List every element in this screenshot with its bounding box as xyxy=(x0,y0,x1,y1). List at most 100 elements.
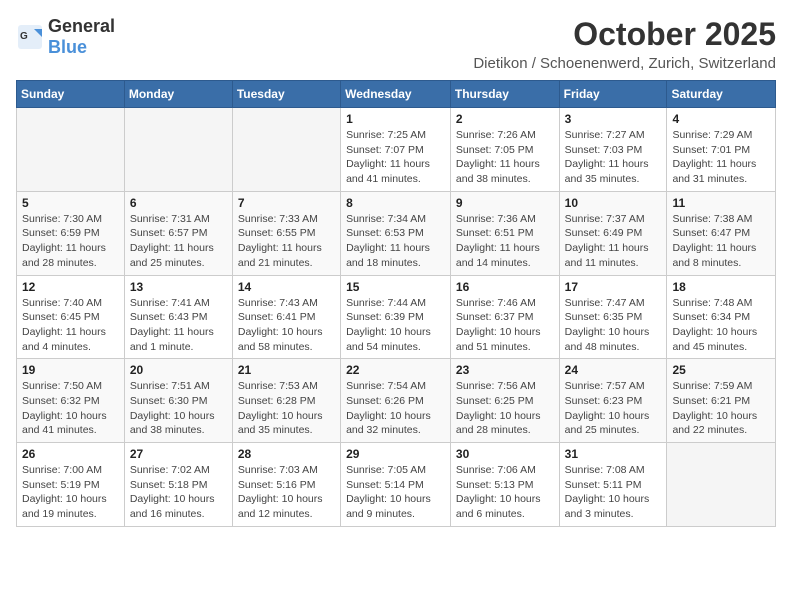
calendar-cell: 25 Sunrise: 7:59 AM Sunset: 6:21 PM Dayli… xyxy=(667,359,776,443)
calendar-cell: 19 Sunrise: 7:50 AM Sunset: 6:32 PM Dayli… xyxy=(17,359,125,443)
calendar-cell: 13 Sunrise: 7:41 AM Sunset: 6:43 PM Dayli… xyxy=(124,275,232,359)
calendar-cell: 22 Sunrise: 7:54 AM Sunset: 6:26 PM Dayli… xyxy=(341,359,451,443)
logo-general: General xyxy=(48,16,115,36)
calendar-cell: 15 Sunrise: 7:44 AM Sunset: 6:39 PM Dayli… xyxy=(341,275,451,359)
calendar-week-row: 12 Sunrise: 7:40 AM Sunset: 6:45 PM Dayli… xyxy=(17,275,776,359)
calendar-cell: 5 Sunrise: 7:30 AM Sunset: 6:59 PM Daylig… xyxy=(17,191,125,275)
day-number: 18 xyxy=(672,280,770,294)
calendar-cell: 23 Sunrise: 7:56 AM Sunset: 6:25 PM Dayli… xyxy=(450,359,559,443)
calendar-cell: 12 Sunrise: 7:40 AM Sunset: 6:45 PM Dayli… xyxy=(17,275,125,359)
day-header-sunday: Sunday xyxy=(17,81,125,108)
calendar-cell: 26Sunrise: 7:00 AM Sunset: 5:19 PM Dayli… xyxy=(17,443,125,527)
calendar-cell xyxy=(667,443,776,527)
day-info: Sunrise: 7:38 AM Sunset: 6:47 PM Dayligh… xyxy=(672,212,770,271)
day-info: Sunrise: 7:25 AM Sunset: 7:07 PM Dayligh… xyxy=(346,128,445,187)
calendar-week-row: 19 Sunrise: 7:50 AM Sunset: 6:32 PM Dayli… xyxy=(17,359,776,443)
day-info: Sunrise: 7:46 AM Sunset: 6:37 PM Dayligh… xyxy=(456,296,554,355)
day-info: Sunrise: 7:30 AM Sunset: 6:59 PM Dayligh… xyxy=(22,212,119,271)
day-info: Sunrise: 7:26 AM Sunset: 7:05 PM Dayligh… xyxy=(456,128,554,187)
calendar-cell: 30 Sunrise: 7:06 AM Sunset: 5:13 PM Dayli… xyxy=(450,443,559,527)
day-number: 27 xyxy=(130,447,227,461)
day-number: 22 xyxy=(346,363,445,377)
calendar-cell: 16Sunrise: 7:46 AM Sunset: 6:37 PM Dayli… xyxy=(450,275,559,359)
day-number: 15 xyxy=(346,280,445,294)
day-number: 13 xyxy=(130,280,227,294)
day-info: Sunrise: 7:34 AM Sunset: 6:53 PM Dayligh… xyxy=(346,212,445,271)
day-info: Sunrise: 7:37 AM Sunset: 6:49 PM Dayligh… xyxy=(565,212,662,271)
logo: G General Blue xyxy=(16,16,115,58)
calendar-cell: 18Sunrise: 7:48 AM Sunset: 6:34 PM Dayli… xyxy=(667,275,776,359)
day-header-wednesday: Wednesday xyxy=(341,81,451,108)
day-number: 1 xyxy=(346,112,445,126)
day-info: Sunrise: 7:31 AM Sunset: 6:57 PM Dayligh… xyxy=(130,212,227,271)
day-info: Sunrise: 7:54 AM Sunset: 6:26 PM Dayligh… xyxy=(346,379,445,438)
svg-text:G: G xyxy=(20,31,28,42)
day-info: Sunrise: 7:33 AM Sunset: 6:55 PM Dayligh… xyxy=(238,212,335,271)
day-info: Sunrise: 7:53 AM Sunset: 6:28 PM Dayligh… xyxy=(238,379,335,438)
day-info: Sunrise: 7:27 AM Sunset: 7:03 PM Dayligh… xyxy=(565,128,662,187)
calendar-cell xyxy=(124,108,232,192)
day-info: Sunrise: 7:41 AM Sunset: 6:43 PM Dayligh… xyxy=(130,296,227,355)
day-header-saturday: Saturday xyxy=(667,81,776,108)
calendar-cell: 8Sunrise: 7:34 AM Sunset: 6:53 PM Daylig… xyxy=(341,191,451,275)
day-number: 21 xyxy=(238,363,335,377)
day-info: Sunrise: 7:00 AM Sunset: 5:19 PM Dayligh… xyxy=(22,463,119,522)
day-info: Sunrise: 7:29 AM Sunset: 7:01 PM Dayligh… xyxy=(672,128,770,187)
logo-icon: G xyxy=(16,23,44,51)
day-info: Sunrise: 7:40 AM Sunset: 6:45 PM Dayligh… xyxy=(22,296,119,355)
day-number: 25 xyxy=(672,363,770,377)
day-number: 14 xyxy=(238,280,335,294)
day-number: 5 xyxy=(22,196,119,210)
day-number: 23 xyxy=(456,363,554,377)
day-info: Sunrise: 7:05 AM Sunset: 5:14 PM Dayligh… xyxy=(346,463,445,522)
day-number: 19 xyxy=(22,363,119,377)
day-header-thursday: Thursday xyxy=(450,81,559,108)
day-info: Sunrise: 7:44 AM Sunset: 6:39 PM Dayligh… xyxy=(346,296,445,355)
day-header-monday: Monday xyxy=(124,81,232,108)
calendar-cell: 3 Sunrise: 7:27 AM Sunset: 7:03 PM Daylig… xyxy=(559,108,667,192)
day-number: 20 xyxy=(130,363,227,377)
day-number: 31 xyxy=(565,447,662,461)
day-number: 3 xyxy=(565,112,662,126)
day-info: Sunrise: 7:51 AM Sunset: 6:30 PM Dayligh… xyxy=(130,379,227,438)
page-header: G General Blue October 2025 Dietikon / S… xyxy=(16,16,776,72)
day-number: 6 xyxy=(130,196,227,210)
day-number: 7 xyxy=(238,196,335,210)
day-number: 24 xyxy=(565,363,662,377)
calendar-cell: 10Sunrise: 7:37 AM Sunset: 6:49 PM Dayli… xyxy=(559,191,667,275)
day-info: Sunrise: 7:43 AM Sunset: 6:41 PM Dayligh… xyxy=(238,296,335,355)
day-info: Sunrise: 7:02 AM Sunset: 5:18 PM Dayligh… xyxy=(130,463,227,522)
day-number: 28 xyxy=(238,447,335,461)
calendar-cell: 27 Sunrise: 7:02 AM Sunset: 5:18 PM Dayli… xyxy=(124,443,232,527)
calendar-cell: 9Sunrise: 7:36 AM Sunset: 6:51 PM Daylig… xyxy=(450,191,559,275)
calendar-cell: 28Sunrise: 7:03 AM Sunset: 5:16 PM Dayli… xyxy=(232,443,340,527)
day-number: 29 xyxy=(346,447,445,461)
calendar-cell: 7 Sunrise: 7:33 AM Sunset: 6:55 PM Daylig… xyxy=(232,191,340,275)
calendar-cell xyxy=(232,108,340,192)
calendar-cell: 11 Sunrise: 7:38 AM Sunset: 6:47 PM Dayli… xyxy=(667,191,776,275)
day-info: Sunrise: 7:50 AM Sunset: 6:32 PM Dayligh… xyxy=(22,379,119,438)
day-number: 9 xyxy=(456,196,554,210)
day-number: 30 xyxy=(456,447,554,461)
calendar-week-row: 5 Sunrise: 7:30 AM Sunset: 6:59 PM Daylig… xyxy=(17,191,776,275)
calendar-week-row: 1 Sunrise: 7:25 AM Sunset: 7:07 PM Daylig… xyxy=(17,108,776,192)
calendar-cell: 4 Sunrise: 7:29 AM Sunset: 7:01 PM Daylig… xyxy=(667,108,776,192)
day-number: 11 xyxy=(672,196,770,210)
calendar-week-row: 26Sunrise: 7:00 AM Sunset: 5:19 PM Dayli… xyxy=(17,443,776,527)
calendar-cell: 31Sunrise: 7:08 AM Sunset: 5:11 PM Dayli… xyxy=(559,443,667,527)
day-number: 4 xyxy=(672,112,770,126)
calendar-table: SundayMondayTuesdayWednesdayThursdayFrid… xyxy=(16,80,776,527)
calendar-cell: 14 Sunrise: 7:43 AM Sunset: 6:41 PM Dayli… xyxy=(232,275,340,359)
day-number: 17 xyxy=(565,280,662,294)
day-info: Sunrise: 7:59 AM Sunset: 6:21 PM Dayligh… xyxy=(672,379,770,438)
calendar-cell: 21 Sunrise: 7:53 AM Sunset: 6:28 PM Dayli… xyxy=(232,359,340,443)
day-info: Sunrise: 7:06 AM Sunset: 5:13 PM Dayligh… xyxy=(456,463,554,522)
day-header-tuesday: Tuesday xyxy=(232,81,340,108)
title-block: October 2025 Dietikon / Schoenenwerd, Zu… xyxy=(473,16,776,72)
location-subtitle: Dietikon / Schoenenwerd, Zurich, Switzer… xyxy=(473,55,776,72)
calendar-cell: 20 Sunrise: 7:51 AM Sunset: 6:30 PM Dayli… xyxy=(124,359,232,443)
day-number: 12 xyxy=(22,280,119,294)
day-info: Sunrise: 7:56 AM Sunset: 6:25 PM Dayligh… xyxy=(456,379,554,438)
calendar-cell: 17Sunrise: 7:47 AM Sunset: 6:35 PM Dayli… xyxy=(559,275,667,359)
calendar-cell xyxy=(17,108,125,192)
